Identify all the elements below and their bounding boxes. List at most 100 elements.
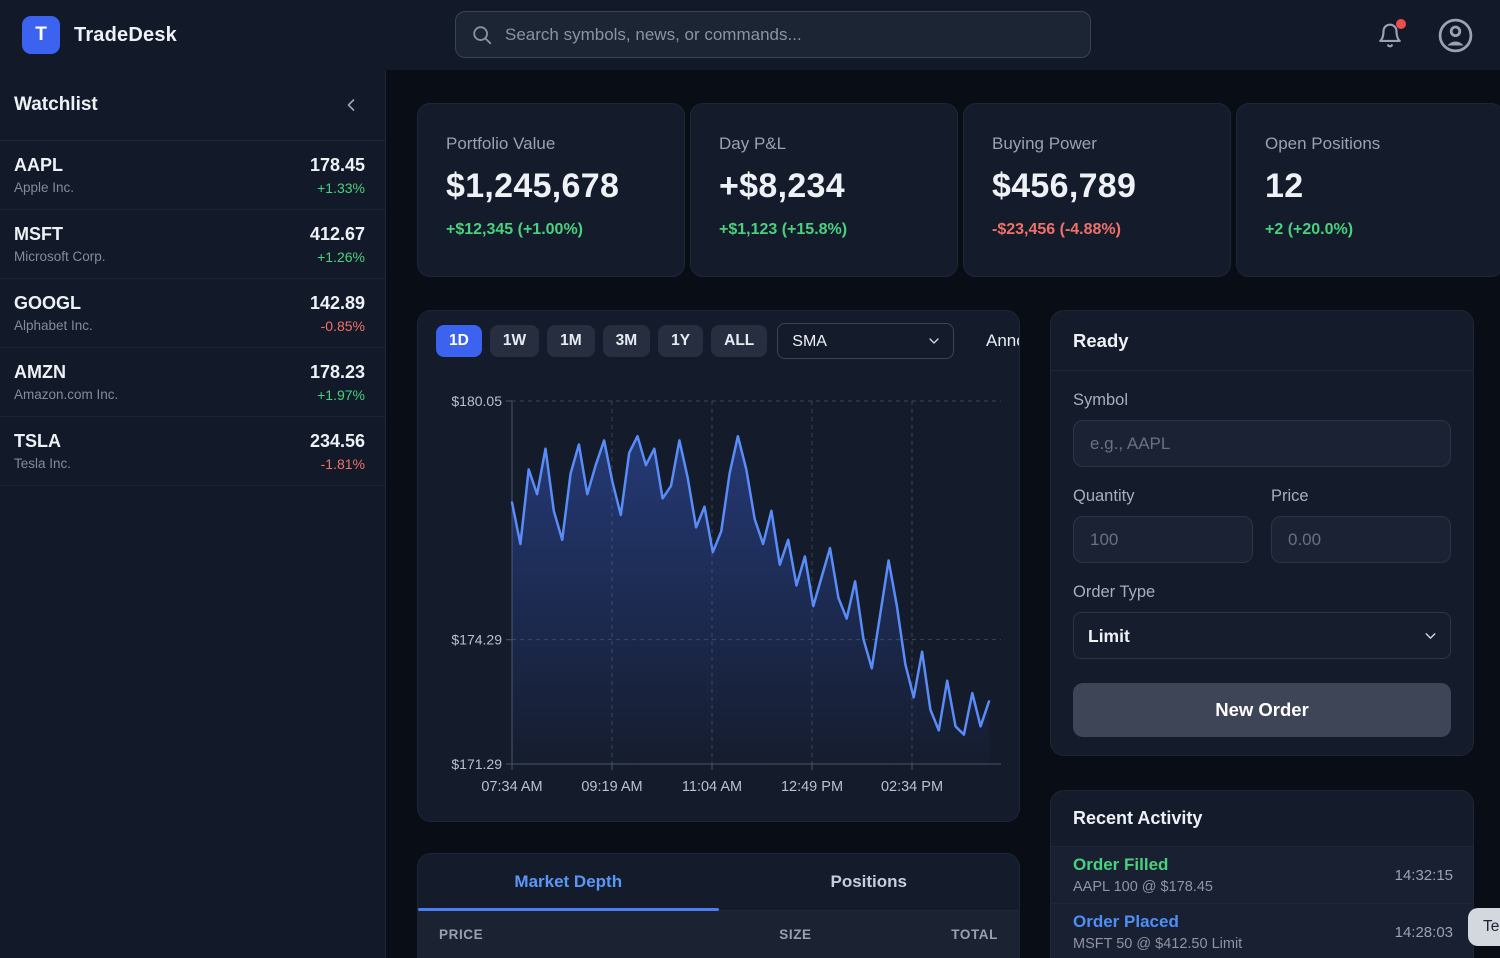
activity-row-order-placed[interactable]: Order Placed MSFT 50 @ $412.50 Limit 14:… (1051, 904, 1473, 958)
watchlist-row-aapl[interactable]: AAPL Apple Inc. 178.45 +1.33% (0, 141, 385, 210)
range-button-1m[interactable]: 1M (547, 325, 595, 357)
ticker-symbol: TSLA (14, 431, 71, 452)
order-status: Ready (1051, 311, 1473, 371)
brand: T TradeDesk (22, 16, 177, 54)
symbol-field[interactable] (1073, 420, 1451, 467)
activity-row-order-filled[interactable]: Order Filled AAPL 100 @ $178.45 14:32:15 (1051, 847, 1473, 904)
app-title: TradeDesk (74, 24, 177, 47)
stat-card-open-positions: Open Positions 12 +2 (+20.0%) (1236, 103, 1500, 277)
stat-value: $1,245,678 (446, 167, 656, 206)
app-logo-icon: T (22, 16, 60, 54)
watchlist-row-googl[interactable]: GOOGL Alphabet Inc. 142.89 -0.85% (0, 279, 385, 348)
svg-text:11:04 AM: 11:04 AM (682, 779, 742, 795)
annotate-button[interactable]: Annotate (986, 331, 1020, 351)
activity-time: 14:32:15 (1395, 867, 1453, 884)
price-field[interactable] (1271, 516, 1451, 563)
activity-status: Order Filled (1073, 855, 1213, 875)
activity-time: 14:28:03 (1395, 924, 1453, 941)
ticker-change: -1.81% (310, 456, 365, 472)
svg-text:$174.29: $174.29 (451, 632, 502, 648)
watchlist-header: Watchlist (0, 70, 385, 141)
column-total: TOTAL (812, 927, 998, 942)
stat-value: $456,789 (992, 167, 1202, 206)
stat-change: +$12,345 (+1.00%) (446, 221, 656, 239)
ticker-symbol: MSFT (14, 224, 106, 245)
ticker-symbol: AAPL (14, 155, 74, 176)
activity-detail: AAPL 100 @ $178.45 (1073, 879, 1213, 895)
collapse-sidebar-button[interactable] (341, 95, 361, 115)
company-name: Tesla Inc. (14, 456, 71, 471)
notifications-button[interactable] (1377, 22, 1403, 49)
stats-row: Portfolio Value $1,245,678 +$12,345 (+1.… (417, 103, 1500, 277)
stat-label: Portfolio Value (446, 134, 656, 154)
range-button-1y[interactable]: 1Y (658, 325, 703, 357)
recent-activity-title: Recent Activity (1051, 791, 1473, 847)
watchlist-row-tsla[interactable]: TSLA Tesla Inc. 234.56 -1.81% (0, 417, 385, 486)
ticker-change: -0.85% (310, 318, 365, 334)
column-size: SIZE (625, 927, 811, 942)
indicator-select[interactable]: SMA (777, 323, 954, 359)
activity-status: Order Placed (1073, 912, 1242, 932)
main-content: Portfolio Value $1,245,678 +$12,345 (+1.… (386, 70, 1500, 958)
tab-positions[interactable]: Positions (719, 854, 1020, 910)
quantity-field[interactable] (1073, 516, 1253, 563)
price-chart-panel: 1D 1W 1M 3M 1Y ALL SMA Annotate $180.05$… (417, 310, 1020, 822)
notification-badge-dot (1396, 19, 1406, 29)
quantity-label: Quantity (1073, 487, 1253, 506)
ticker-symbol: AMZN (14, 362, 118, 383)
watchlist-row-msft[interactable]: MSFT Microsoft Corp. 412.67 +1.26% (0, 210, 385, 279)
market-depth-panel: Market Depth Positions PRICE SIZE TOTAL (417, 853, 1020, 958)
svg-text:02:34 PM: 02:34 PM (881, 779, 943, 795)
watchlist-row-amzn[interactable]: AMZN Amazon.com Inc. 178.23 +1.97% (0, 348, 385, 417)
recent-activity-panel: Recent Activity Order Filled AAPL 100 @ … (1050, 790, 1474, 958)
company-name: Amazon.com Inc. (14, 387, 118, 402)
stat-label: Open Positions (1265, 134, 1475, 154)
depth-table-header: PRICE SIZE TOTAL (418, 911, 1019, 958)
stat-value: +$8,234 (719, 167, 929, 206)
ticker-price: 412.67 (310, 224, 365, 245)
symbol-label: Symbol (1073, 391, 1451, 410)
company-name: Microsoft Corp. (14, 249, 106, 264)
bottom-tabs: Market Depth Positions (418, 854, 1019, 911)
svg-text:07:34 AM: 07:34 AM (481, 779, 542, 795)
order-type-label: Order Type (1073, 583, 1451, 602)
activity-detail: MSFT 50 @ $412.50 Limit (1073, 936, 1242, 952)
new-order-button[interactable]: New Order (1073, 683, 1451, 737)
order-entry-panel: Ready Symbol Quantity Price Order Type L… (1050, 310, 1474, 756)
global-search[interactable] (455, 11, 1091, 58)
chevron-left-icon (341, 95, 361, 115)
watchlist-sidebar: Watchlist AAPL Apple Inc. 178.45 +1.33% … (0, 70, 386, 958)
stat-label: Day P&L (719, 134, 929, 154)
stat-card-buying-power: Buying Power $456,789 -$23,456 (-4.88%) (963, 103, 1231, 277)
user-avatar-button[interactable] (1437, 17, 1474, 54)
svg-text:12:49 PM: 12:49 PM (781, 779, 843, 795)
order-type-select[interactable]: Limit (1073, 612, 1451, 659)
range-button-all[interactable]: ALL (711, 325, 767, 357)
order-type-select-wrap: Limit (1073, 612, 1451, 659)
company-name: Apple Inc. (14, 180, 74, 195)
stat-change: -$23,456 (-4.88%) (992, 221, 1202, 239)
svg-text:$171.29: $171.29 (451, 756, 502, 772)
chart-toolbar: 1D 1W 1M 3M 1Y ALL SMA (418, 311, 1019, 359)
ticker-price: 178.23 (310, 362, 365, 383)
ticker-price: 234.56 (310, 431, 365, 452)
range-button-1d[interactable]: 1D (436, 325, 482, 357)
column-price: PRICE (439, 927, 625, 942)
svg-text:09:19 AM: 09:19 AM (581, 779, 642, 795)
top-bar: T TradeDesk (0, 0, 1500, 70)
toast-notification[interactable]: Te (1468, 908, 1500, 946)
stat-label: Buying Power (992, 134, 1202, 154)
ticker-change: +1.26% (310, 249, 365, 265)
ticker-symbol: GOOGL (14, 293, 93, 314)
company-name: Alphabet Inc. (14, 318, 93, 333)
search-input[interactable] (505, 25, 1075, 45)
stat-card-day-pnl: Day P&L +$8,234 +$1,123 (+15.8%) (690, 103, 958, 277)
range-button-3m[interactable]: 3M (603, 325, 651, 357)
stat-change: +$1,123 (+15.8%) (719, 221, 929, 239)
price-chart[interactable]: $180.05$174.29$171.2907:34 AM09:19 AM11:… (418, 371, 1020, 821)
search-icon (471, 24, 493, 46)
order-form: Symbol Quantity Price Order Type Limit (1051, 371, 1473, 737)
ticker-change: +1.33% (310, 180, 365, 196)
range-button-1w[interactable]: 1W (490, 325, 539, 357)
tab-market-depth[interactable]: Market Depth (418, 854, 719, 910)
